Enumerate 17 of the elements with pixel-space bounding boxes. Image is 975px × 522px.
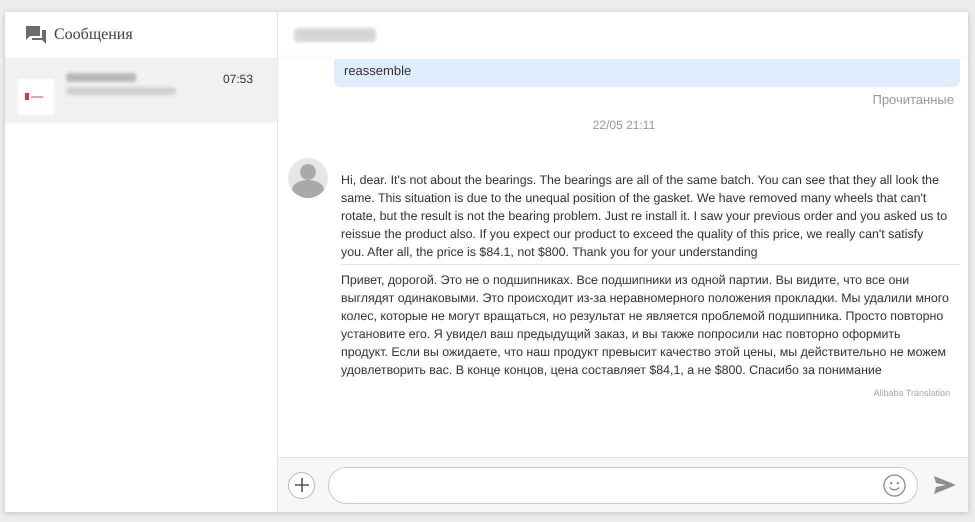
send-icon[interactable] [934,476,956,494]
translated-message: Привет, дорогой. Это не о подшипниках. Все подшипники из одной партии. Вы видите, что все они выглядят одинаковыми. Это происходит из-за неравномерного положения прокладки. Мы удалили много колес, которые не могут вращаться, но результат не является проблемой подшипника. Просто повторно установите его. Я увидел ваш предыдущий заказ, и вы также попросили нас повторно оформить продукт. Если вы ожидаете, что наш продукт превысит качество этой цены, мы действительно не можем удовлетворить вас. В конце концов, цена составляет $84,1, а не $800. Спасибо за понимание [341,264,960,382]
received-message: Hi, dear. It's not about the bearings. The bearings are all of the same batch. You can see that they all look the same. This situation is due to the unequal position of the gasket. We have removed many wheels that can't rotate, but the result is not the bearing problem. Just re install it. I saw your previous order and you asked us to reissue the product also. If you expect our product to exceed the quality of this price, we really can't satisfy you. After all, the price is $84.1, not $800. Thank you for your understanding [341,172,948,261]
chat-bubbles-icon [26,26,46,44]
message-timestamp: 22/05 21:11 [592,118,656,132]
translation-label: Alibaba Translation [873,388,950,398]
user-avatar-icon [288,158,328,198]
plus-icon [294,478,308,492]
sidebar-title: Сообщения [54,26,133,44]
add-button[interactable] [288,472,315,498]
sent-message: reassemble [334,59,960,87]
read-status: Прочитанные [872,92,954,107]
shop-logo-icon [18,79,54,115]
conversation-time: 07:53 [222,72,253,86]
conversation-item[interactable]: 07:53 [5,59,277,123]
message-input[interactable] [328,466,918,504]
emoji-icon[interactable] [883,474,906,496]
